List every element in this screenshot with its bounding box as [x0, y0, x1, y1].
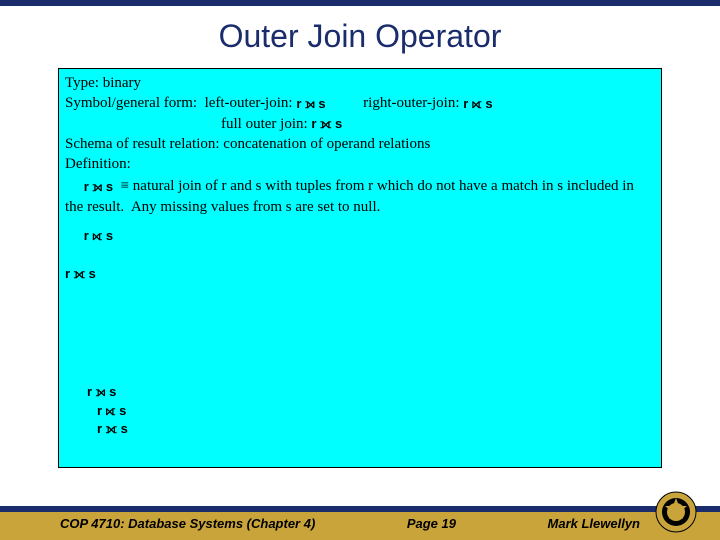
slide-title: Outer Join Operator — [0, 18, 720, 55]
full-outer-join-icon: r ⟗ s — [97, 420, 128, 438]
isolated-sym-1: r ⟖ s — [65, 225, 655, 245]
footer-left: COP 4710: Database Systems (Chapter 4) — [60, 516, 315, 531]
right-outer-join-icon: r ⟖ s — [97, 402, 128, 420]
top-accent-bar — [0, 0, 720, 6]
def-left-join-icon: r ⟕ s — [84, 178, 113, 196]
right-join-label: right-outer-join: — [363, 95, 459, 111]
equiv-symbol: ≡ — [121, 178, 129, 194]
full-outer-join-icon: r ⟗ s — [311, 115, 342, 133]
type-line: Type: binary — [65, 73, 655, 93]
left-join-label: left-outer-join: — [205, 95, 293, 111]
definition-body: r ⟕ s ≡ natural join of r and s with tup… — [65, 176, 655, 217]
definition-label: Definition: — [65, 154, 655, 174]
ucf-logo-icon — [654, 490, 698, 534]
schema-line: Schema of result relation: concatenation… — [65, 134, 655, 154]
left-outer-join-icon: r ⟕ s — [87, 383, 128, 401]
footer-text: COP 4710: Database Systems (Chapter 4) P… — [60, 516, 640, 531]
full-outer-join-icon: r ⟗ s — [65, 265, 96, 283]
bottom-symbol-stack: r ⟕ s r ⟖ s r ⟗ s — [87, 382, 128, 439]
footer-right: Mark Llewellyn — [548, 516, 640, 531]
footer: COP 4710: Database Systems (Chapter 4) P… — [0, 486, 720, 540]
full-join-label: full outer join: — [221, 116, 308, 132]
left-outer-join-icon: r ⟕ s — [296, 95, 325, 113]
right-outer-join-icon: r ⟖ s — [84, 227, 113, 245]
footer-center: Page 19 — [407, 516, 456, 531]
full-join-line: full outer join: r ⟗ s — [221, 114, 655, 134]
isolated-sym-2: r ⟗ s — [65, 263, 655, 283]
right-outer-join-icon: r ⟖ s — [463, 95, 492, 113]
symbol-prefix: Symbol/general form: — [65, 95, 205, 111]
symbol-line: Symbol/general form: left-outer-join: r … — [65, 93, 655, 113]
definition-text: natural join of r and s with tuples from… — [65, 178, 634, 214]
content-box: Type: binary Symbol/general form: left-o… — [58, 68, 662, 468]
